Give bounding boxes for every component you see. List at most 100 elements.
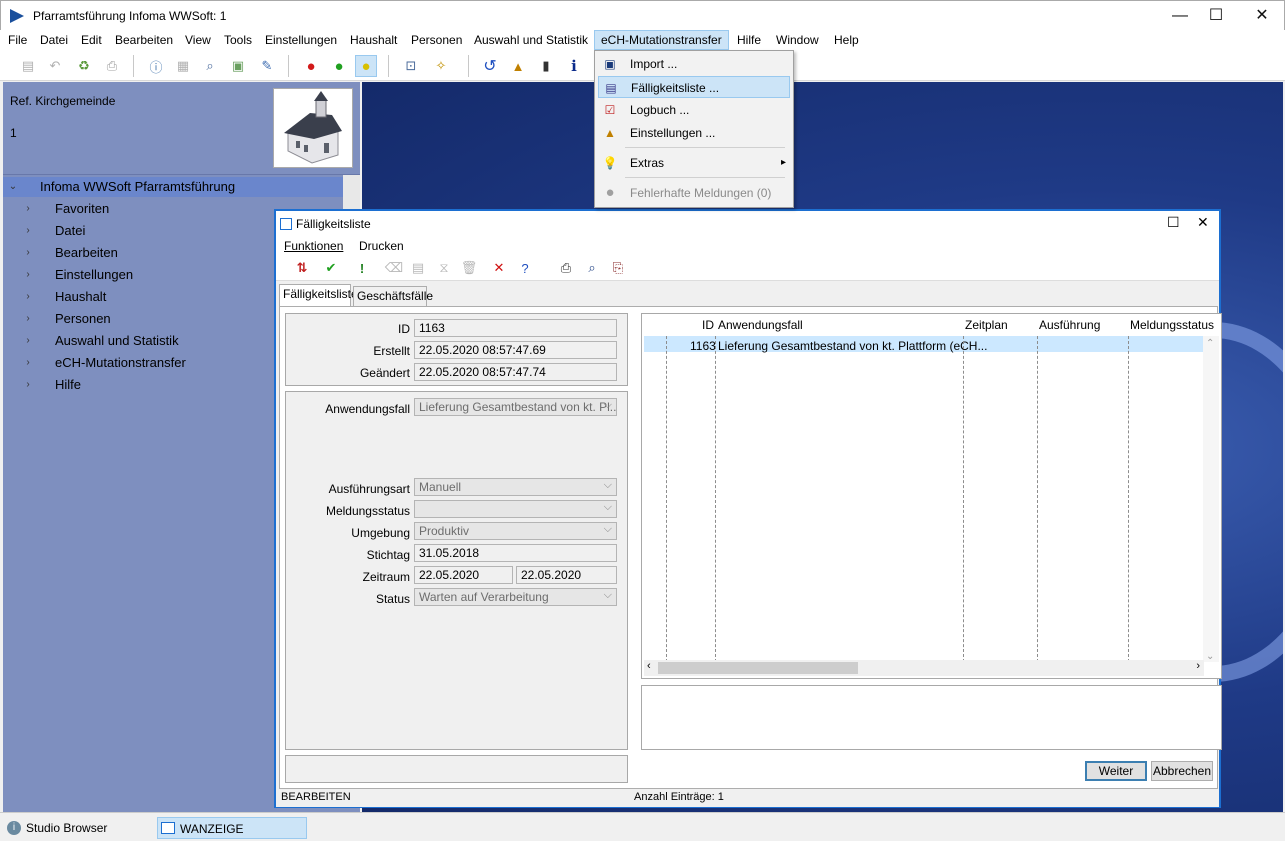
scroll-down-icon[interactable]: ⌄ (1206, 651, 1214, 662)
hourglass-icon[interactable]: ⧖ (433, 257, 455, 279)
back-arrow-icon[interactable]: ↺ (479, 55, 501, 77)
menu-file[interactable]: File (8, 33, 27, 47)
menu-window[interactable]: Window (776, 33, 819, 47)
menu-item-logbuch[interactable]: ☑ Logbuch ... (598, 99, 790, 121)
anwendungsfall-select[interactable]: Lieferung Gesamtbestand von kt. Pl... (414, 398, 617, 416)
trash-icon[interactable]: 🗑 (458, 257, 480, 279)
menu-tools[interactable]: Tools (224, 33, 252, 47)
chevron-right-icon[interactable]: › (22, 199, 34, 219)
swap-icon[interactable]: ⇅ (291, 257, 313, 279)
taskbar-studio-browser[interactable]: i Studio Browser (4, 817, 154, 839)
id-field[interactable]: 1163 (414, 319, 617, 337)
minimize-button[interactable]: — (1162, 5, 1198, 27)
column-header-id[interactable]: ID (702, 318, 714, 332)
description-area[interactable] (641, 685, 1222, 750)
tab-faelligkeitsliste[interactable]: Fälligkeitsliste (279, 284, 358, 306)
chevron-right-icon[interactable]: › (22, 265, 34, 285)
help-icon[interactable]: ? (514, 257, 536, 279)
maximize-button[interactable]: ☐ (1167, 214, 1180, 231)
status-select[interactable]: Warten auf Verarbeitung (414, 588, 617, 606)
about-icon[interactable]: ℹ (563, 55, 585, 77)
menu-help[interactable]: Help (834, 33, 859, 47)
geaendert-field[interactable]: 22.05.2020 08:57:47.74 (414, 363, 617, 381)
exclamation-icon[interactable]: ! (351, 257, 373, 279)
column-header-meldungsstatus[interactable]: Meldungsstatus (1130, 318, 1214, 332)
stichtag-label: Stichtag (366, 548, 410, 562)
chevron-right-icon[interactable]: › (22, 331, 34, 351)
menu-ech-mutationstransfer[interactable]: eCH-Mutationstransfer (594, 30, 729, 50)
chevron-right-icon[interactable]: › (22, 309, 34, 329)
zeitraum-from-field[interactable]: 22.05.2020 (414, 566, 513, 584)
menu-item-extras[interactable]: 💡 Extras ▸ (598, 152, 790, 174)
chevron-right-icon[interactable]: › (22, 221, 34, 241)
menu-item-faelligkeitsliste[interactable]: ▤ Fälligkeitsliste ... (598, 76, 790, 98)
save-icon[interactable]: ▤ (407, 257, 429, 279)
red-light-icon[interactable]: ● (300, 55, 322, 77)
chevron-right-icon[interactable]: › (22, 375, 34, 395)
grid-vertical-scrollbar[interactable]: ⌃ ⌄ (1203, 336, 1219, 662)
abbrechen-button[interactable]: Abbrechen (1151, 761, 1213, 781)
delete-icon[interactable]: ✕ (488, 257, 510, 279)
menu-item-fehlerhafte-meldungen[interactable]: ● Fehlerhafte Meldungen (0) (598, 182, 790, 204)
erstellt-field[interactable]: 22.05.2020 08:57:47.69 (414, 341, 617, 359)
save-icon[interactable]: ▤ (17, 55, 39, 77)
edit-icon[interactable]: ✎ (256, 55, 278, 77)
menu-edit[interactable]: Edit (81, 33, 102, 47)
taskbar-wanzeige[interactable]: WANZEIGE (157, 817, 307, 839)
scrollbar-thumb[interactable] (658, 662, 858, 674)
document-icon[interactable]: ▦ (172, 55, 194, 77)
menu-drucken[interactable]: Drucken (359, 239, 404, 253)
maximize-button[interactable]: ☐ (1198, 5, 1234, 27)
tree-root[interactable]: ⌄ Infoma WWSoft Pfarramtsführung (3, 177, 343, 197)
umgebung-select[interactable]: Produktiv (414, 522, 617, 540)
chevron-right-icon[interactable]: › (22, 287, 34, 307)
close-button[interactable]: ✕ (1244, 5, 1280, 27)
faelligkeiten-grid[interactable]: ID Anwendungsfall Zeitplan Ausführung Me… (641, 313, 1222, 679)
menu-hilfe[interactable]: Hilfe (737, 33, 761, 47)
yellow-light-icon[interactable]: ● (355, 55, 377, 77)
checkmark-icon[interactable]: ✔ (320, 257, 342, 279)
search-document-icon[interactable]: ⌕ (199, 55, 221, 77)
print-icon[interactable]: ⎙ (555, 257, 577, 279)
menu-haushalt[interactable]: Haushalt (350, 33, 397, 47)
wizard-icon[interactable]: ✧ (430, 55, 452, 77)
scroll-right-icon[interactable]: › (1196, 660, 1200, 672)
grid-horizontal-scrollbar[interactable]: ‹ › (644, 660, 1204, 676)
info-icon[interactable]: ⓘ (145, 55, 167, 77)
weiter-button[interactable]: Weiter (1085, 761, 1147, 781)
refresh-print-icon[interactable]: ♻ (73, 55, 95, 77)
meldungsstatus-select[interactable] (414, 500, 617, 518)
print-icon[interactable]: ⎙ (101, 55, 123, 77)
chevron-right-icon[interactable]: › (22, 243, 34, 263)
menu-einstellungen[interactable]: Einstellungen (265, 33, 337, 47)
close-button[interactable]: ✕ (1197, 214, 1209, 231)
ausfuehrungsart-select[interactable]: Manuell (414, 478, 617, 496)
column-header-anwendungsfall[interactable]: Anwendungsfall (718, 318, 803, 332)
menu-item-import[interactable]: ▣ Import ... (598, 53, 790, 75)
chevron-right-icon[interactable]: › (22, 353, 34, 373)
scroll-left-icon[interactable]: ‹ (647, 660, 651, 672)
scroll-up-icon[interactable]: ⌃ (1206, 338, 1214, 349)
menu-datei[interactable]: Datei (40, 33, 68, 47)
menu-item-einstellungen[interactable]: ▲ Einstellungen ... (598, 122, 790, 144)
zeitraum-to-field[interactable]: 22.05.2020 (516, 566, 617, 584)
green-light-icon[interactable]: ● (328, 55, 350, 77)
door-icon[interactable]: ▮ (535, 55, 557, 77)
stichtag-field[interactable]: 31.05.2018 (414, 544, 617, 562)
eraser-icon[interactable]: ⌫ (383, 257, 405, 279)
column-header-zeitplan[interactable]: Zeitplan (965, 318, 1008, 332)
print-settings-icon[interactable]: ⎘ (607, 257, 629, 279)
menu-funktionen[interactable]: Funktionen (284, 239, 343, 253)
menu-personen[interactable]: Personen (411, 33, 462, 47)
shapes-icon[interactable]: ▲ (507, 55, 529, 77)
tab-geschaeftsfaelle[interactable]: Geschäftsfälle (353, 286, 433, 306)
new-document-icon[interactable]: ▣ (227, 55, 249, 77)
menu-auswahl-statistik[interactable]: Auswahl und Statistik (474, 33, 588, 47)
menu-view[interactable]: View (185, 33, 211, 47)
menu-bearbeiten[interactable]: Bearbeiten (115, 33, 173, 47)
chevron-down-icon[interactable]: ⌄ (7, 177, 19, 197)
zoom-icon[interactable]: ⊡ (400, 55, 422, 77)
undo-icon[interactable]: ↶ (44, 55, 66, 77)
print-preview-icon[interactable]: ⌕ (581, 257, 603, 279)
column-header-ausfuehrung[interactable]: Ausführung (1039, 318, 1100, 332)
